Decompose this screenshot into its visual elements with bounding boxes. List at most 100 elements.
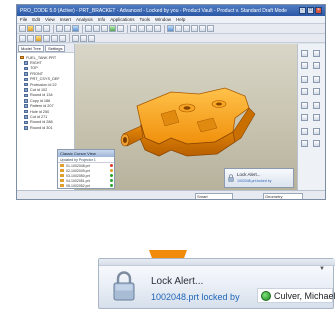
- menu-help[interactable]: Help: [176, 17, 185, 22]
- csys-icon[interactable]: [154, 25, 161, 32]
- print-icon[interactable]: [43, 25, 50, 32]
- sketch-icon[interactable]: [35, 34, 42, 42]
- secondary-toolbar: [17, 34, 325, 43]
- zoom-in-icon[interactable]: [85, 25, 92, 32]
- feature-icon: [24, 115, 28, 119]
- list-item[interactable]: 03-1002050.prt: [58, 173, 114, 178]
- menu-info[interactable]: Info: [98, 17, 106, 22]
- close-button[interactable]: ×: [315, 7, 322, 14]
- revolve-icon[interactable]: [313, 76, 320, 83]
- menu-window[interactable]: Window: [155, 17, 171, 22]
- hole-icon[interactable]: [301, 102, 308, 109]
- extrude-icon[interactable]: [43, 34, 50, 42]
- view-manager-icon[interactable]: [117, 25, 124, 32]
- hole-icon[interactable]: [72, 34, 79, 42]
- list-item[interactable]: 05-1002052.prt: [58, 183, 114, 188]
- floating-panel-title: Classic Cursor View: [58, 150, 114, 157]
- status-dot-icon: [110, 184, 113, 187]
- zoom-out-icon[interactable]: [93, 25, 100, 32]
- hidden-line-icon[interactable]: [183, 25, 190, 32]
- status-dot-icon: [110, 174, 113, 177]
- part-icon: [60, 178, 64, 183]
- datum-axis-icon[interactable]: [313, 50, 320, 57]
- tree-item-label: Round id 288: [30, 120, 53, 125]
- refit-icon[interactable]: [101, 25, 108, 32]
- blend-icon[interactable]: [313, 88, 320, 95]
- tree-item-label: Round id 301: [30, 125, 53, 130]
- datum-plane-icon: [24, 72, 28, 76]
- select-icon[interactable]: [19, 34, 26, 42]
- menu-file[interactable]: File: [20, 17, 27, 22]
- list-item[interactable]: 01-1002048.prt: [58, 163, 114, 168]
- floating-list-panel: Classic Cursor View Updated by Projector…: [57, 149, 115, 189]
- draft-icon[interactable]: [313, 114, 320, 121]
- toolbar-separator: [82, 24, 83, 33]
- wireframe-icon[interactable]: [175, 25, 182, 32]
- no-hidden-icon[interactable]: [191, 25, 198, 32]
- point-icon[interactable]: [313, 62, 320, 69]
- lock-alert-toast[interactable]: ▼ Lock Alert... 1002048.prt locked by Cu…: [98, 258, 335, 309]
- round-icon[interactable]: [80, 34, 87, 42]
- revolve-icon[interactable]: [51, 34, 58, 42]
- datum-point-icon[interactable]: [146, 25, 153, 32]
- round-icon[interactable]: [301, 128, 308, 135]
- part-icon: [60, 163, 64, 168]
- shading-icon[interactable]: [167, 25, 174, 32]
- datum-axis-icon[interactable]: [138, 25, 145, 32]
- mode-select[interactable]: Geometry: [263, 193, 303, 199]
- filter-select[interactable]: Smart: [195, 193, 233, 199]
- open-folder-icon[interactable]: [27, 25, 34, 32]
- mini-lock-alert[interactable]: Lock Alert... 1002048.prt locked by: [224, 168, 294, 188]
- mirror-icon[interactable]: [301, 140, 308, 147]
- status-dot-icon: [110, 179, 113, 182]
- part-icon: [60, 168, 64, 173]
- menu-applications[interactable]: Applications: [110, 17, 134, 22]
- mini-alert-message: 1002048.prt locked by: [237, 179, 272, 183]
- list-item-label: 04-1002051.prt: [66, 178, 90, 183]
- list-item[interactable]: 02-1002049.prt: [58, 168, 114, 173]
- new-file-icon[interactable]: [19, 25, 26, 32]
- sweep-icon[interactable]: [59, 34, 66, 42]
- menu-view[interactable]: View: [45, 17, 55, 22]
- save-icon[interactable]: [35, 25, 42, 32]
- feature-toolbar: [297, 44, 325, 190]
- tree-item-label: Pattern id 207: [30, 104, 54, 109]
- rib-icon[interactable]: [301, 114, 308, 121]
- saved-views-icon[interactable]: [207, 25, 214, 32]
- orient-icon[interactable]: [109, 25, 116, 32]
- list-item[interactable]: 04-1002051.prt: [58, 178, 114, 183]
- menu-tools[interactable]: Tools: [140, 17, 151, 22]
- locked-by-user[interactable]: Culver, Michael: [257, 288, 335, 303]
- alert-message[interactable]: 1002048.prt locked by: [151, 292, 240, 302]
- chamfer-icon[interactable]: [313, 128, 320, 135]
- tree-item-label: Cut id 271: [30, 114, 48, 119]
- minimize-button[interactable]: -: [299, 7, 306, 14]
- sketch-icon[interactable]: [301, 62, 308, 69]
- tree-item-label: FUEL_TANK.PRT: [26, 55, 57, 60]
- tab-model-tree[interactable]: Model Tree: [18, 44, 45, 52]
- datum-plane-icon: [24, 61, 28, 65]
- menu-analysis[interactable]: Analysis: [76, 17, 93, 22]
- undo-icon[interactable]: [56, 25, 63, 32]
- toast-menu-button[interactable]: ▼: [319, 266, 325, 272]
- chamfer-icon[interactable]: [88, 34, 95, 42]
- feature-icon: [24, 99, 28, 103]
- sweep-icon[interactable]: [301, 88, 308, 95]
- pattern-icon[interactable]: [313, 140, 320, 147]
- feature-icon: [24, 104, 28, 108]
- toolbar-separator: [53, 24, 54, 33]
- repaint-icon[interactable]: [27, 34, 34, 42]
- menu-insert[interactable]: Insert: [60, 17, 71, 22]
- datum-plane-icon[interactable]: [301, 50, 308, 57]
- regenerate-icon[interactable]: [72, 25, 79, 32]
- spin-center-icon[interactable]: [199, 25, 206, 32]
- tab-settings[interactable]: Settings: [45, 44, 66, 52]
- shell-icon[interactable]: [313, 102, 320, 109]
- maximize-button[interactable]: □: [307, 7, 314, 14]
- datum-plane-icon[interactable]: [130, 25, 137, 32]
- redo-icon[interactable]: [64, 25, 71, 32]
- menu-edit[interactable]: Edit: [32, 17, 40, 22]
- tree-item[interactable]: Round id 301: [20, 125, 72, 130]
- list-item-label: 05-1002052.prt: [66, 183, 90, 188]
- extrude-icon[interactable]: [301, 76, 308, 83]
